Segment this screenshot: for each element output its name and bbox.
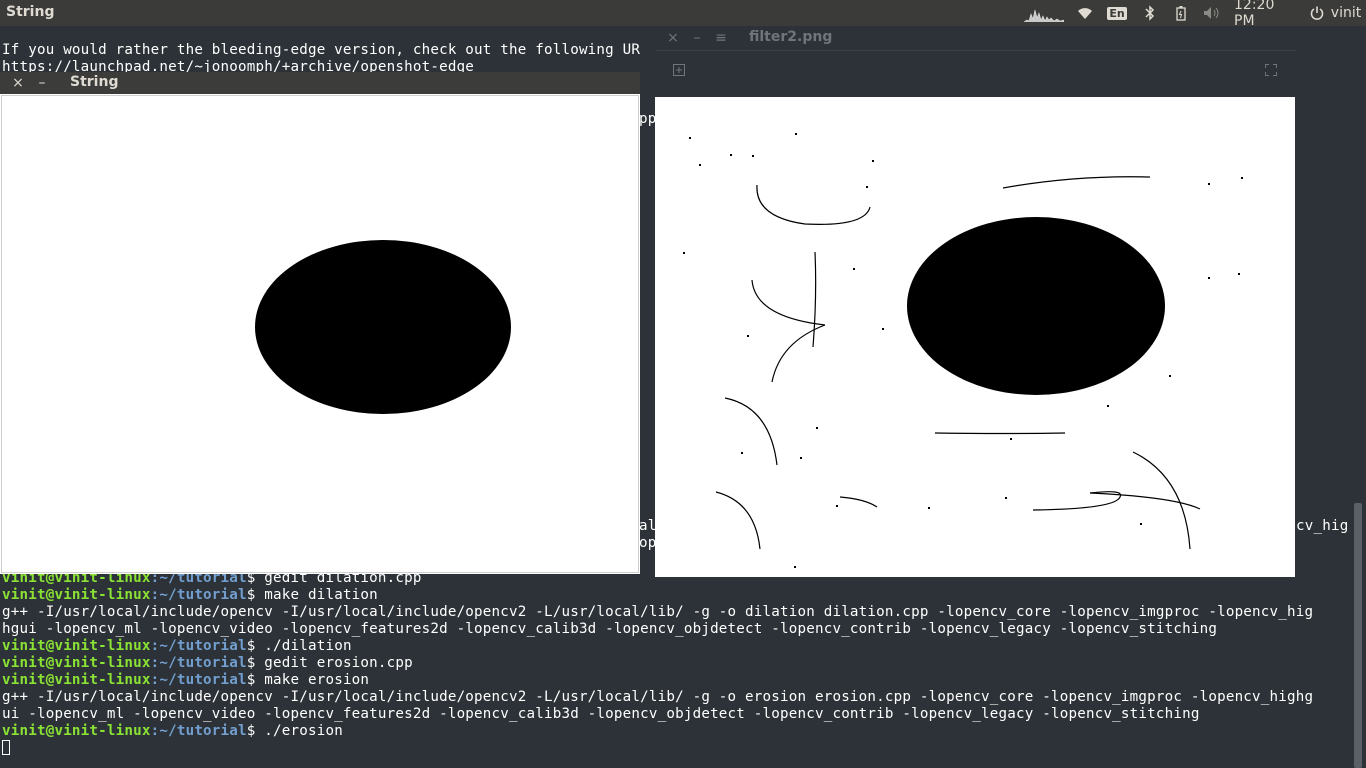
terminal-output-line: hgui -lopencv_ml -lopencv_video -lopencv… bbox=[2, 621, 1218, 637]
prompt-command: $ ./dilation bbox=[246, 638, 352, 654]
prompt-user-host: vinit@vinit-linux bbox=[2, 587, 151, 603]
terminal-output-line: g++ -I/usr/local/include/opencv -I/usr/l… bbox=[2, 604, 1314, 620]
prompt-path: :~/tutorial bbox=[150, 638, 247, 654]
prompt-user-host: vinit@vinit-linux bbox=[2, 638, 151, 654]
black-ellipse bbox=[255, 240, 511, 414]
system-monitor-icon[interactable] bbox=[1024, 4, 1064, 22]
clock[interactable]: 12:20 PM bbox=[1234, 0, 1298, 29]
terminal-scrollbar-thumb[interactable] bbox=[1354, 503, 1362, 768]
terminal-fragment: op bbox=[639, 535, 657, 551]
string-window[interactable]: × – String bbox=[0, 72, 640, 574]
keyboard-layout-label: En bbox=[1107, 6, 1127, 20]
prompt-path: :~/tutorial bbox=[150, 672, 247, 688]
power-icon[interactable] bbox=[1308, 0, 1326, 26]
image-viewer-window[interactable]: × – ≡ filter2.png bbox=[655, 26, 1296, 577]
top-panel: String En 12:20 PM vinit bbox=[0, 0, 1366, 29]
prompt-path: :~/tutorial bbox=[150, 587, 247, 603]
pin-icon[interactable] bbox=[672, 64, 686, 78]
prompt-user-host: vinit@vinit-linux bbox=[2, 723, 151, 739]
terminal-prompt-line: vinit@vinit-linux:~/tutorial$ ./erosion bbox=[2, 723, 343, 740]
filtered-image[interactable] bbox=[655, 97, 1295, 577]
image-canvas[interactable] bbox=[1, 95, 639, 573]
prompt-command: $ make dilation bbox=[246, 587, 378, 603]
terminal-fragment: pp bbox=[639, 111, 657, 127]
terminal-prompt-line: vinit@vinit-linux:~/tutorial$ gedit eros… bbox=[2, 655, 413, 672]
terminal-fragment: al bbox=[639, 518, 657, 534]
terminal-output-line: g++ -I/usr/local/include/opencv -I/usr/l… bbox=[2, 689, 1314, 705]
minimize-button[interactable]: – bbox=[34, 74, 50, 92]
image-viewer-titlebar[interactable]: × – ≡ filter2.png bbox=[655, 26, 1296, 51]
volume-icon[interactable] bbox=[1202, 0, 1222, 26]
wifi-icon[interactable] bbox=[1075, 0, 1095, 26]
prompt-path: :~/tutorial bbox=[150, 655, 247, 671]
prompt-command: $ make erosion bbox=[246, 672, 370, 688]
minimize-button[interactable]: – bbox=[689, 29, 705, 47]
string-window-titlebar[interactable]: × – String bbox=[0, 72, 640, 94]
keyboard-icon[interactable]: En bbox=[1106, 0, 1128, 26]
terminal-fragment: cv_hig bbox=[1296, 518, 1349, 534]
prompt-user-host: vinit@vinit-linux bbox=[2, 672, 151, 688]
prompt-command: $ gedit erosion.cpp bbox=[246, 655, 413, 671]
terminal-line: If you would rather the bleeding-edge ve… bbox=[2, 42, 641, 58]
prompt-command: $ ./erosion bbox=[246, 723, 343, 739]
user-name[interactable]: vinit bbox=[1328, 0, 1364, 26]
terminal-prompt-line: vinit@vinit-linux:~/tutorial$ make dilat… bbox=[2, 587, 378, 604]
window-title: String bbox=[70, 74, 119, 90]
prompt-user-host: vinit@vinit-linux bbox=[2, 655, 151, 671]
terminal-prompt-line: vinit@vinit-linux:~/tutorial$ make erosi… bbox=[2, 672, 369, 689]
menu-button[interactable]: ≡ bbox=[713, 29, 729, 47]
active-app-name: String bbox=[6, 4, 55, 20]
close-button[interactable]: × bbox=[10, 74, 26, 92]
window-title: filter2.png bbox=[749, 29, 833, 45]
close-button[interactable]: × bbox=[665, 29, 681, 47]
battery-icon[interactable] bbox=[1172, 0, 1190, 26]
fullscreen-icon[interactable] bbox=[1264, 64, 1278, 78]
bluetooth-icon[interactable] bbox=[1140, 0, 1160, 26]
noise-curves bbox=[683, 133, 1243, 568]
terminal-prompt-line: vinit@vinit-linux:~/tutorial$ ./dilation bbox=[2, 638, 352, 655]
terminal-output-line: ui -lopencv_ml -lopencv_video -lopencv_f… bbox=[2, 706, 1200, 722]
terminal-cursor bbox=[2, 740, 10, 755]
prompt-path: :~/tutorial bbox=[150, 723, 247, 739]
